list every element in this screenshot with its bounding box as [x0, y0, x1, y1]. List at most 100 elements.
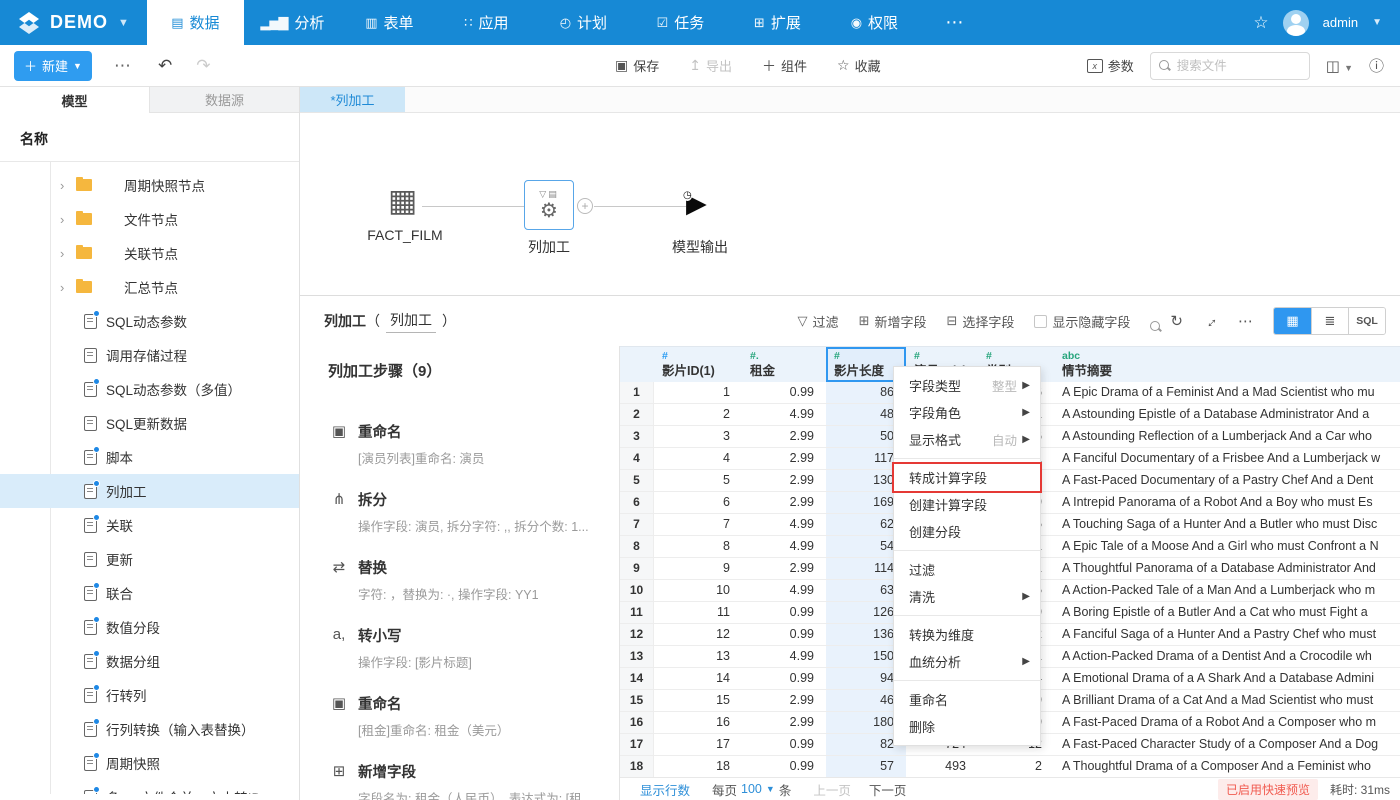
nav-tab[interactable]: ▥ 表单: [341, 0, 438, 45]
chevron-down-icon[interactable]: ▼: [766, 784, 775, 794]
tree-item[interactable]: › SQL动态参数: [0, 304, 299, 338]
step-item[interactable]: ▣ 重命名 [演员列表]重命名: 演员: [328, 421, 599, 467]
select-field-button[interactable]: ⊟选择字段: [946, 312, 1014, 331]
nav-tab[interactable]: ☑ 任务: [632, 0, 729, 45]
output-node-label[interactable]: 模型输出: [640, 237, 760, 257]
tab-datasource[interactable]: 数据源: [149, 87, 299, 113]
tree-item[interactable]: › SQL动态参数（多值）: [0, 372, 299, 406]
nav-tab[interactable]: ▤ 数据: [147, 0, 244, 45]
nav-tab[interactable]: ◉ 权限: [826, 0, 923, 45]
filter-button[interactable]: ▽过滤: [798, 312, 839, 331]
step-item[interactable]: ⊞ 新增字段 字段名为: 租金（人民币），表达式为: [租...: [328, 761, 599, 800]
panel-title-editable[interactable]: 列加工: [386, 310, 436, 333]
tree-item[interactable]: › 行列转换（输入表替换）: [0, 712, 299, 746]
chevron-down-icon[interactable]: ▼: [1372, 17, 1382, 28]
add-node-icon[interactable]: +: [577, 198, 593, 214]
show-hidden-toggle[interactable]: 显示隐藏字段: [1034, 312, 1130, 331]
tree-item[interactable]: › 周期快照: [0, 746, 299, 780]
tree-item[interactable]: › 多csv文件合并、文本转ID: [0, 780, 299, 794]
model-output-node-icon[interactable]: ▶◷: [686, 188, 707, 218]
favorite-star-icon[interactable]: ☆: [1253, 13, 1268, 33]
undo-icon[interactable]: ↶: [158, 56, 172, 76]
chevron-right-icon[interactable]: ›: [60, 212, 64, 227]
favorite-button[interactable]: ☆收藏: [837, 56, 881, 75]
tree-item[interactable]: › 调用存储过程: [0, 338, 299, 372]
menu-item[interactable]: 字段类型 整型 ▶: [894, 372, 1040, 399]
expand-icon[interactable]: ↔: [1199, 310, 1222, 333]
tree-item[interactable]: › 脚本: [0, 440, 299, 474]
view-list-button[interactable]: ≣: [1311, 308, 1348, 334]
nav-tab[interactable]: ∷ 应用: [438, 0, 535, 45]
layout-toggle-icon[interactable]: ◫ ▼: [1326, 57, 1353, 75]
tree-item[interactable]: › 更新: [0, 542, 299, 576]
export-button[interactable]: ↥导出: [689, 56, 732, 75]
search-input[interactable]: [1177, 59, 1287, 73]
more-actions-icon[interactable]: ⋯: [114, 56, 132, 76]
flow-canvas[interactable]: *列加工 ▦ FACT_FILM ▽▤ ⚙ + 列加工 ▶◷ 模型输出: [300, 87, 1400, 295]
tree-item[interactable]: › 关联: [0, 508, 299, 542]
step-item[interactable]: ⋔ 拆分 操作字段: 演员, 拆分字符: ,, 拆分个数: 1...: [328, 489, 599, 535]
menu-item[interactable]: 转换为维度 ▶: [894, 621, 1040, 648]
tree-item[interactable]: › 行转列: [0, 678, 299, 712]
chevron-right-icon[interactable]: ›: [60, 178, 64, 193]
column-type-icon: #.: [750, 350, 816, 363]
tree-item[interactable]: › 数值分段: [0, 610, 299, 644]
tree-item[interactable]: › SQL更新数据: [0, 406, 299, 440]
nav-tab[interactable]: ◴ 计划: [535, 0, 632, 45]
tab-model[interactable]: 模型: [0, 87, 149, 113]
step-item[interactable]: ⇄ 替换 字符: ，替换为: ·, 操作字段: YY1: [328, 557, 599, 603]
component-button[interactable]: ＋组件: [762, 56, 807, 76]
canvas-tab-active[interactable]: *列加工: [300, 87, 405, 112]
menu-item[interactable]: 创建计算字段 ▶: [894, 491, 1040, 518]
view-sql-button[interactable]: SQL: [1348, 308, 1385, 334]
menu-item[interactable]: 创建分段 ▶: [894, 518, 1040, 545]
show-rows-link[interactable]: 显示行数: [640, 780, 690, 799]
column-header[interactable]: abc 情节摘要: [1054, 347, 1400, 382]
nav-tab[interactable]: ⊞ 扩展: [729, 0, 826, 45]
add-field-button[interactable]: ⊞新增字段: [859, 312, 927, 331]
menu-item[interactable]: 字段角色 ▶: [894, 399, 1040, 426]
source-node-label[interactable]: FACT_FILM: [345, 227, 465, 243]
chevron-right-icon[interactable]: ›: [60, 246, 64, 261]
info-icon[interactable]: ⓘ: [1369, 55, 1384, 76]
source-table-node-icon[interactable]: ▦: [388, 185, 417, 217]
refresh-icon[interactable]: ↻: [1170, 312, 1183, 330]
menu-item[interactable]: 血统分析 ▶: [894, 648, 1040, 675]
view-table-button[interactable]: ▦: [1274, 308, 1311, 334]
tree-item[interactable]: › 关联节点: [0, 236, 299, 270]
transform-node[interactable]: ▽▤ ⚙: [524, 180, 574, 230]
per-page-value[interactable]: 100: [741, 782, 762, 796]
tree-item[interactable]: › 联合: [0, 576, 299, 610]
tree-item[interactable]: › 列加工: [0, 474, 299, 508]
checkbox-icon[interactable]: [1034, 315, 1047, 328]
tree-item[interactable]: › 周期快照节点: [0, 168, 299, 202]
menu-item[interactable]: 过滤 ▶: [894, 556, 1040, 583]
tree-item[interactable]: › 数据分组: [0, 644, 299, 678]
menu-item[interactable]: 删除 ▶: [894, 713, 1040, 740]
tree-item[interactable]: › 文件节点: [0, 202, 299, 236]
column-header[interactable]: # 影片ID(1): [654, 347, 742, 382]
new-button[interactable]: ＋ 新建 ▼: [14, 51, 92, 81]
next-page-button[interactable]: 下一页: [869, 780, 907, 799]
column-header[interactable]: #. 租金: [742, 347, 826, 382]
preview-badge-icon: [93, 446, 100, 453]
menu-item[interactable]: 重命名 ▶: [894, 686, 1040, 713]
user-name[interactable]: admin: [1323, 15, 1358, 30]
nav-tab[interactable]: ⋯: [923, 0, 979, 45]
redo-icon[interactable]: ↷: [196, 56, 210, 76]
tree-item[interactable]: › 汇总节点: [0, 270, 299, 304]
chevron-right-icon[interactable]: ›: [60, 280, 64, 295]
params-button[interactable]: x参数: [1087, 56, 1134, 75]
prev-page-button[interactable]: 上一页: [813, 780, 851, 799]
avatar[interactable]: [1283, 10, 1309, 36]
step-item[interactable]: ▣ 重命名 [租金]重命名: 租金（美元）: [328, 693, 599, 739]
menu-item[interactable]: 清洗 ▶: [894, 583, 1040, 610]
save-button[interactable]: ▣保存: [615, 56, 659, 75]
logo[interactable]: DEMO ▼: [0, 0, 147, 45]
menu-item[interactable]: 转成计算字段 ▶: [894, 464, 1040, 491]
more-icon[interactable]: ⋯: [1238, 312, 1253, 330]
step-item[interactable]: a, 转小写 操作字段: [影片标题]: [328, 625, 599, 671]
transform-node-label[interactable]: 列加工: [489, 237, 609, 257]
nav-tab[interactable]: ▂▅▇ 分析: [244, 0, 341, 45]
menu-item[interactable]: 显示格式 自动 ▶: [894, 426, 1040, 453]
